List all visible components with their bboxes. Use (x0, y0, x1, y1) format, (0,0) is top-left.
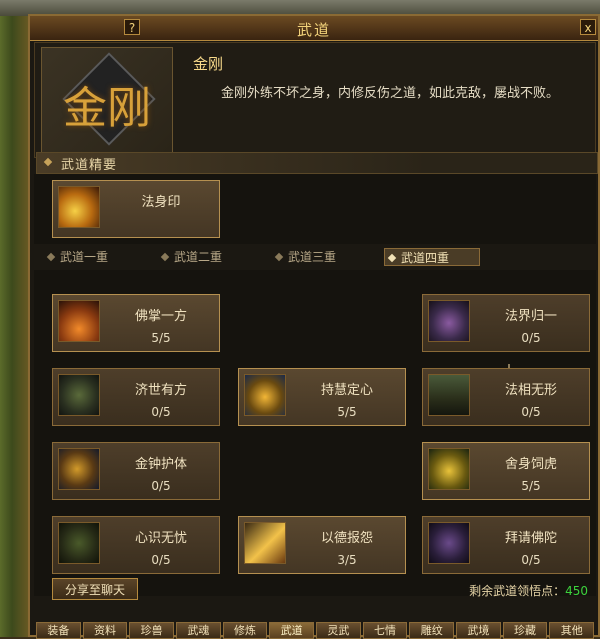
golden-bell-icon (58, 448, 100, 490)
bottom-tab-8[interactable]: 雕纹 (409, 622, 455, 639)
skill-name: 舍身饲虎 (504, 457, 557, 472)
swastika-icon (58, 374, 100, 416)
emblem-glyph: 金刚 (63, 83, 151, 134)
tab-bullet-icon (387, 253, 397, 263)
skill-name: 法界归一 (504, 309, 557, 324)
bottom-tab-3[interactable]: 武魂 (176, 622, 221, 639)
skill-level: 5/5 (521, 479, 541, 493)
game-background (0, 0, 30, 637)
skill-name: 心识无忧 (134, 531, 187, 546)
skill-tree: 佛掌一方 5/5 法界归一 0/5 济世有方 0/5 持慧定心 5/5 法相无形… (34, 270, 596, 596)
bottom-tab-bar: 装备 资料 珍兽 武魂 修炼 武道 灵武 七情 雕纹 武境 珍藏 其他 (36, 622, 596, 639)
bottom-tab-0[interactable]: 装备 (36, 622, 81, 639)
bottom-tab-7[interactable]: 七情 (362, 622, 408, 639)
buddha-icon (428, 522, 470, 564)
style-name: 金刚 (193, 55, 224, 73)
style-emblem: 金刚 (41, 47, 173, 153)
skill-card-7[interactable]: 心识无忧 0/5 (52, 516, 220, 574)
skill-card-2[interactable]: 济世有方 0/5 (52, 368, 220, 426)
meditation-icon (244, 374, 286, 416)
skill-level: 0/5 (521, 553, 541, 567)
essence-heading: 武道精要 (36, 152, 598, 174)
skill-level: 0/5 (151, 553, 171, 567)
skill-level: 5/5 (151, 331, 171, 345)
bullet-icon (43, 157, 53, 167)
skill-level: 0/5 (151, 479, 171, 493)
points-label: 剩余武道领悟点： (469, 584, 566, 598)
points-value: 450 (565, 584, 588, 598)
tab-bullet-icon (274, 252, 284, 262)
palm-strike-icon (58, 300, 100, 342)
tab-bullet-icon (160, 252, 170, 262)
close-button[interactable]: x (580, 19, 596, 35)
temple-icon (428, 374, 470, 416)
skill-card-6[interactable]: 舍身饲虎 5/5 (422, 442, 590, 500)
title-bar[interactable]: ? 武道 x (30, 16, 598, 41)
bottom-tab-4[interactable]: 修炼 (222, 622, 268, 639)
skill-card-3[interactable]: 持慧定心 5/5 (238, 368, 406, 426)
sun-swirl-icon (58, 186, 100, 228)
skill-level: 5/5 (337, 405, 357, 419)
skill-level: 0/5 (151, 405, 171, 419)
style-header: 金刚 金刚 金刚外练不坏之身，内修反伤之道，如此克敌，屡战不败。 (34, 42, 596, 158)
tab-bullet-icon (46, 252, 56, 262)
ring-sigil-icon (428, 300, 470, 342)
bottom-tab-10[interactable]: 珍藏 (502, 622, 548, 639)
skill-card-5[interactable]: 金钟护体 0/5 (52, 442, 220, 500)
skill-name: 法相无形 (504, 383, 557, 398)
bottom-tab-9[interactable]: 武境 (456, 622, 501, 639)
wudao-window: ? 武道 x 金刚 金刚 金刚外练不坏之身，内修反伤之道，如此克敌，屡战不败。 … (28, 14, 600, 639)
essence-skill-card[interactable]: 法身印 (52, 180, 220, 238)
virtue-icon (244, 522, 286, 564)
skill-name: 以德报怨 (320, 531, 373, 546)
skill-level: 3/5 (337, 553, 357, 567)
tiger-icon (428, 448, 470, 490)
skill-card-8[interactable]: 以德报怨 3/5 (238, 516, 406, 574)
skill-name: 济世有方 (134, 383, 187, 398)
share-to-chat-button[interactable]: 分享至聊天 (52, 578, 138, 600)
skill-card-4[interactable]: 法相无形 0/5 (422, 368, 590, 426)
tab-tier-3[interactable]: 武道三重 (272, 248, 370, 266)
skill-name: 佛掌一方 (134, 309, 187, 324)
essence-panel: 法身印 (34, 174, 596, 244)
skill-name: 金钟护体 (134, 457, 187, 472)
skill-card-1[interactable]: 法界归一 0/5 (422, 294, 590, 352)
tab-tier-2[interactable]: 武道二重 (158, 248, 256, 266)
bottom-tab-11[interactable]: 其他 (549, 622, 595, 639)
bottom-tab-5[interactable]: 武道 (269, 622, 315, 639)
style-description: 金刚外练不坏之身，内修反伤之道，如此克敌，屡战不败。 (221, 86, 560, 101)
window-title: 武道 (296, 21, 331, 39)
bottom-tab-1[interactable]: 资料 (82, 622, 128, 639)
skill-name: 拜请佛陀 (504, 531, 557, 546)
skill-card-0[interactable]: 佛掌一方 5/5 (52, 294, 220, 352)
calm-mind-icon (58, 522, 100, 564)
tier-tabs: 武道一重 武道二重 武道三重 武道四重 (34, 246, 596, 268)
bottom-tab-6[interactable]: 灵武 (316, 622, 361, 639)
remaining-points: 剩余武道领悟点：450 (469, 582, 588, 599)
tab-tier-4[interactable]: 武道四重 (384, 248, 480, 266)
skill-level: 0/5 (521, 405, 541, 419)
skill-level: 0/5 (521, 331, 541, 345)
tab-tier-1[interactable]: 武道一重 (44, 248, 142, 266)
skill-card-9[interactable]: 拜请佛陀 0/5 (422, 516, 590, 574)
essence-skill-name: 法身印 (141, 195, 181, 210)
bottom-tab-2[interactable]: 珍兽 (129, 622, 175, 639)
skill-name: 持慧定心 (320, 383, 373, 398)
